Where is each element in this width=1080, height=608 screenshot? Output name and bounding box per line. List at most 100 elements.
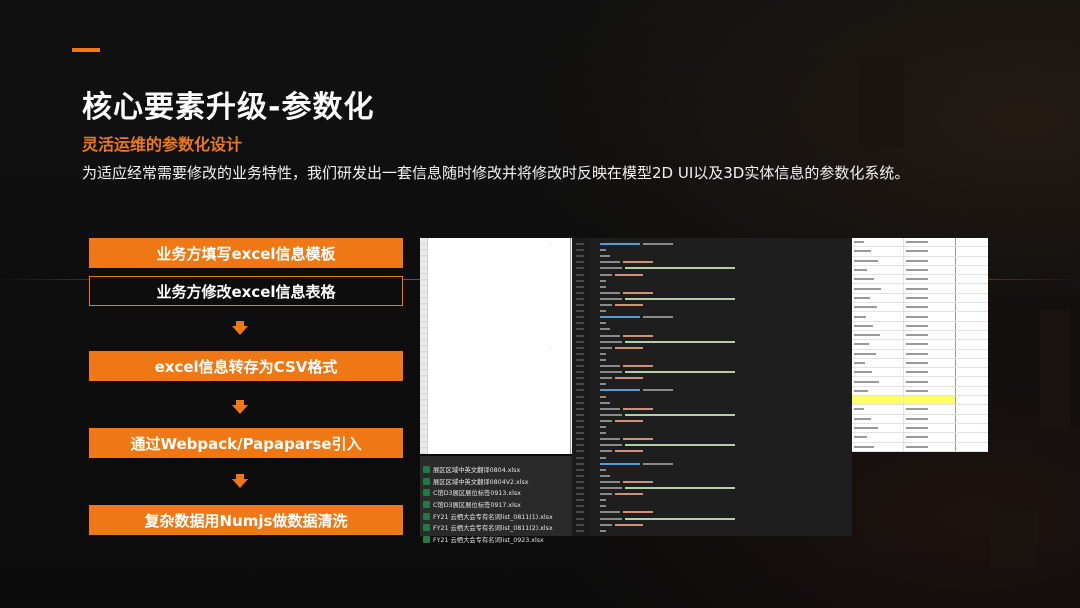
line-number <box>576 407 584 410</box>
code-token <box>600 493 612 496</box>
code-line <box>576 412 735 418</box>
spreadsheet-cell <box>956 424 988 432</box>
code-token <box>600 291 620 294</box>
code-token <box>625 487 735 489</box>
spreadsheet-cell <box>956 238 988 246</box>
file-list-screenshot: 展区区域中英文翻译0804.xlsx 展区区域中英文翻译0804V2.xlsx … <box>420 456 572 544</box>
spreadsheet-cell <box>904 330 956 340</box>
code-line <box>576 320 606 326</box>
spreadsheet-cell <box>852 265 904 275</box>
code-token <box>623 334 653 337</box>
code-line <box>576 308 606 314</box>
spreadsheet-row <box>852 340 988 350</box>
spreadsheet-cell <box>852 386 904 396</box>
spreadsheet-cell <box>956 433 988 441</box>
code-line <box>576 442 735 448</box>
line-number <box>576 261 584 264</box>
line-number <box>576 462 584 465</box>
spreadsheet-cell <box>852 349 904 358</box>
spreadsheet-cell <box>904 265 956 275</box>
code-line <box>576 339 735 345</box>
spreadsheet-cell <box>956 415 988 423</box>
code-line <box>576 259 653 265</box>
code-token <box>615 523 643 526</box>
file-name: FY21 云栖大会专有名词list_0811(2).xlsx <box>433 525 553 533</box>
code-line <box>576 314 673 320</box>
code-token <box>623 407 653 410</box>
code-line <box>576 290 653 296</box>
spreadsheet-cell <box>956 359 988 367</box>
code-line <box>576 375 643 381</box>
code-line <box>576 333 653 339</box>
code-line <box>576 400 610 406</box>
spreadsheet-cell <box>852 321 904 330</box>
code-token <box>623 291 653 294</box>
code-token <box>623 480 653 483</box>
excel-file-icon <box>423 501 430 509</box>
file-list-item: C馆D3展区展位标签0917.xlsx <box>420 499 572 511</box>
flow-step-5: 复杂数据用Numjs做数据清洗 <box>89 505 403 535</box>
design-canvas-screenshot: · · <box>420 238 572 454</box>
spreadsheet-cell <box>904 405 956 414</box>
code-token <box>600 499 606 502</box>
code-token <box>600 371 622 374</box>
code-token <box>625 371 735 374</box>
code-line <box>576 302 643 308</box>
spreadsheet-cell <box>956 266 988 274</box>
code-token <box>600 456 606 459</box>
code-token <box>600 340 622 343</box>
line-number <box>576 505 584 508</box>
code-token <box>600 249 606 252</box>
code-token <box>600 511 620 514</box>
spreadsheet-cell <box>904 349 956 358</box>
spreadsheet-row <box>852 405 988 415</box>
code-token <box>600 419 612 422</box>
code-editor-screenshot <box>572 238 852 536</box>
code-line <box>576 455 606 461</box>
line-number <box>576 255 584 258</box>
code-token <box>600 352 606 355</box>
spreadsheet-cell <box>956 443 988 451</box>
spreadsheet-cell <box>904 275 956 284</box>
spreadsheet-row <box>852 423 988 434</box>
code-token <box>600 438 620 441</box>
down-arrow-icon <box>232 479 248 488</box>
spreadsheet-cell <box>852 312 904 321</box>
excel-file-icon <box>423 524 430 532</box>
code-line <box>576 473 610 479</box>
spreadsheet-cell <box>956 294 988 302</box>
spreadsheet-cell <box>852 303 904 312</box>
code-line <box>576 461 673 467</box>
code-line <box>576 406 653 412</box>
code-line <box>576 467 606 473</box>
canvas-ruler <box>420 238 428 454</box>
spreadsheet-cell <box>956 257 988 265</box>
line-number <box>576 365 584 367</box>
line-number <box>576 395 584 398</box>
code-token <box>600 407 620 410</box>
code-line <box>576 497 606 503</box>
spreadsheet-cell <box>852 275 904 284</box>
file-name: 展区区域中英文翻译0804.xlsx <box>433 467 521 475</box>
spreadsheet-row <box>852 368 988 378</box>
code-token <box>600 285 606 288</box>
spreadsheet-cell <box>904 284 956 293</box>
code-line <box>576 387 673 393</box>
file-name: C馆D3展区展位标签0917.xlsx <box>433 502 521 510</box>
code-line <box>576 369 735 375</box>
line-number <box>576 346 584 349</box>
spreadsheet-cell <box>904 386 956 396</box>
file-list-item: C馆D3展区展位标签0913.xlsx <box>420 487 572 499</box>
canvas-marker: · <box>550 346 552 351</box>
code-line <box>576 448 643 454</box>
code-token <box>600 334 620 337</box>
spreadsheet-cell <box>956 387 988 395</box>
line-number <box>576 285 584 288</box>
code-token <box>643 462 673 465</box>
spreadsheet-row <box>852 238 988 248</box>
spreadsheet-row <box>852 265 988 276</box>
code-line <box>576 278 606 284</box>
code-token <box>600 462 640 465</box>
line-number <box>576 304 584 306</box>
spreadsheet-cell <box>852 358 904 368</box>
